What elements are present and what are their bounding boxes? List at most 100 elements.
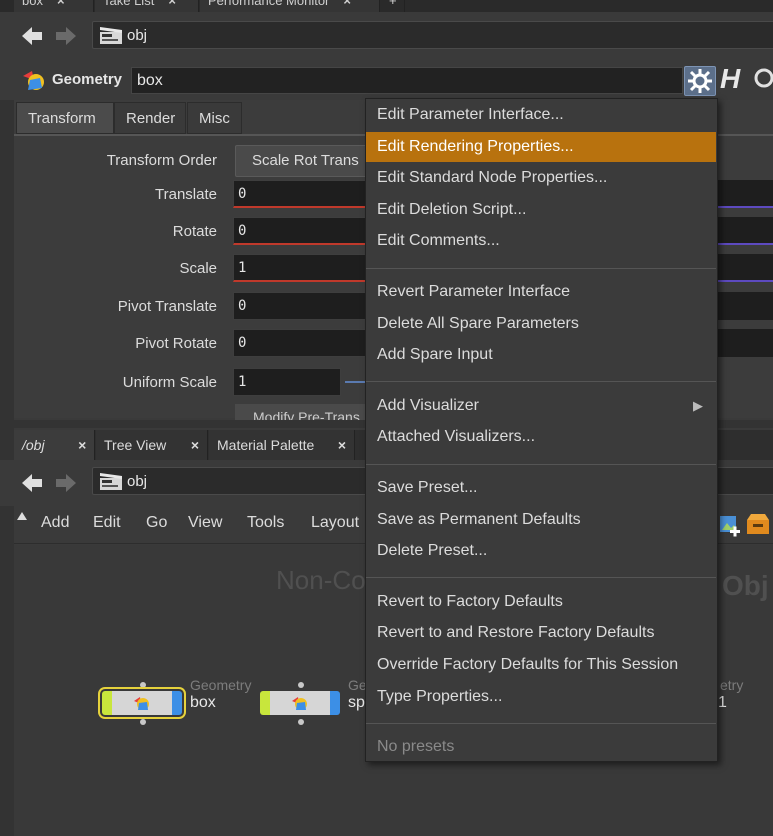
clapperboard-icon bbox=[100, 473, 122, 490]
geometry-node-icon bbox=[292, 697, 307, 710]
path-field[interactable]: obj bbox=[92, 21, 773, 49]
tab-misc[interactable]: Misc bbox=[187, 102, 242, 134]
node-name-field[interactable]: box bbox=[131, 67, 683, 94]
forward-arrow-icon[interactable] bbox=[54, 24, 78, 48]
node-sphere[interactable] bbox=[258, 689, 342, 717]
uniform-scale-field[interactable]: 1 bbox=[233, 368, 341, 396]
node-output-dot[interactable] bbox=[298, 719, 304, 725]
menu-item-attached-visualizers[interactable]: Attached Visualizers... bbox=[366, 422, 715, 452]
node-name-label: 1 bbox=[718, 694, 727, 711]
rotate-z-field[interactable] bbox=[717, 217, 773, 245]
rotate-value: 0 bbox=[238, 223, 247, 239]
menu-layout[interactable]: Layout bbox=[311, 514, 359, 532]
menu-item-edit-comments[interactable]: Edit Comments... bbox=[366, 226, 715, 256]
tab-label: /obj bbox=[22, 437, 45, 453]
geometry-node-icon bbox=[134, 697, 149, 710]
tab-tree-view[interactable]: Tree View × bbox=[96, 430, 208, 460]
close-icon[interactable]: × bbox=[168, 0, 176, 8]
tab-take-list[interactable]: Take List × bbox=[95, 0, 199, 12]
menu-item-revert-parameter-interface[interactable]: Revert Parameter Interface bbox=[366, 277, 715, 307]
tab-label: Take List bbox=[103, 0, 155, 8]
menu-tools[interactable]: Tools bbox=[247, 514, 284, 532]
menu-item-revert-to-and-restore-factory-defaults[interactable]: Revert to and Restore Factory Defaults bbox=[366, 618, 715, 648]
node-output-dot[interactable] bbox=[140, 719, 146, 725]
node-input-dot[interactable] bbox=[298, 682, 304, 688]
scale-field[interactable]: 1 bbox=[233, 254, 373, 282]
pivot-rotate-field[interactable]: 0 bbox=[233, 329, 373, 357]
node-display-flag[interactable] bbox=[330, 691, 340, 715]
network-watermark-right: Obj bbox=[722, 570, 769, 601]
top-tab-strip: box × Take List × Performance Monitor × + bbox=[0, 0, 773, 12]
transform-order-menu[interactable]: Scale Rot Trans bbox=[235, 145, 375, 177]
search-icon[interactable] bbox=[752, 67, 773, 91]
menu-separator bbox=[366, 722, 716, 724]
translate-field[interactable]: 0 bbox=[233, 180, 373, 208]
close-icon[interactable]: × bbox=[343, 0, 351, 8]
scale-z-field[interactable] bbox=[717, 254, 773, 282]
uniform-scale-label: Uniform Scale bbox=[122, 374, 217, 391]
node-name-text: box bbox=[137, 72, 163, 89]
tab-box[interactable]: box × bbox=[14, 0, 94, 12]
node-bypass-flag[interactable] bbox=[102, 691, 112, 715]
translate-z-field[interactable] bbox=[717, 180, 773, 208]
add-tab-button[interactable]: + bbox=[381, 0, 405, 12]
close-icon[interactable]: × bbox=[191, 430, 199, 460]
tab-material-palette[interactable]: Material Palette × bbox=[209, 430, 355, 460]
pivot-rotate-value: 0 bbox=[238, 335, 247, 351]
menu-item-save-preset[interactable]: Save Preset... bbox=[366, 473, 715, 503]
menu-view[interactable]: View bbox=[188, 514, 222, 532]
rotate-field[interactable]: 0 bbox=[233, 217, 373, 245]
node-display-flag[interactable] bbox=[172, 691, 182, 715]
menu-item-edit-standard-node-properties[interactable]: Edit Standard Node Properties... bbox=[366, 163, 715, 193]
forward-arrow-icon[interactable] bbox=[54, 471, 78, 495]
pivot-translate-z-field[interactable] bbox=[717, 292, 773, 320]
close-icon[interactable]: × bbox=[78, 430, 86, 460]
rotate-label: Rotate bbox=[172, 223, 217, 240]
context-label: Geometry bbox=[52, 71, 123, 88]
tab-transform[interactable]: Transform bbox=[16, 102, 114, 134]
node-box[interactable] bbox=[100, 689, 184, 717]
submenu-arrow-icon: ▶ bbox=[693, 397, 703, 413]
node-type-label: etry bbox=[720, 677, 744, 693]
node-input-dot[interactable] bbox=[140, 682, 146, 688]
image-add-icon[interactable] bbox=[718, 512, 740, 538]
menu-add[interactable]: Add bbox=[41, 514, 69, 532]
menu-item-add-spare-input[interactable]: Add Spare Input bbox=[366, 340, 715, 370]
tab-obj[interactable]: /obj × bbox=[14, 430, 95, 460]
translate-label: Translate bbox=[155, 186, 217, 203]
menu-item-edit-rendering-properties[interactable]: Edit Rendering Properties... bbox=[366, 131, 716, 162]
close-icon[interactable]: × bbox=[338, 430, 346, 460]
help-button[interactable]: H bbox=[720, 64, 746, 96]
top-navbar: obj bbox=[0, 14, 773, 58]
menu-item-revert-to-factory-defaults[interactable]: Revert to Factory Defaults bbox=[366, 587, 715, 617]
node-bypass-flag[interactable] bbox=[260, 691, 270, 715]
menu-item-edit-deletion-script[interactable]: Edit Deletion Script... bbox=[366, 195, 715, 225]
package-icon[interactable] bbox=[745, 512, 771, 536]
menu-item-delete-all-spare-parameters[interactable]: Delete All Spare Parameters bbox=[366, 309, 715, 339]
gear-icon bbox=[688, 69, 712, 93]
uniform-scale-slider[interactable] bbox=[345, 381, 365, 383]
tab-performance-monitor[interactable]: Performance Monitor × bbox=[200, 0, 380, 12]
network-watermark: Non-Co bbox=[276, 565, 366, 595]
geometry-icon bbox=[23, 71, 44, 90]
gear-button[interactable] bbox=[684, 66, 716, 96]
pivot-translate-label: Pivot Translate bbox=[117, 298, 217, 315]
menu-item-override-factory-defaults-for-this-session[interactable]: Override Factory Defaults for This Sessi… bbox=[366, 650, 715, 680]
tab-render[interactable]: Render bbox=[114, 102, 186, 134]
menu-go[interactable]: Go bbox=[146, 514, 167, 532]
menu-item-delete-preset[interactable]: Delete Preset... bbox=[366, 536, 715, 566]
menu-item-save-as-permanent-defaults[interactable]: Save as Permanent Defaults bbox=[366, 505, 715, 535]
menu-edit[interactable]: Edit bbox=[93, 514, 121, 532]
back-arrow-icon[interactable] bbox=[20, 24, 44, 48]
clapperboard-icon bbox=[100, 27, 122, 44]
menu-item-edit-parameter-interface[interactable]: Edit Parameter Interface... bbox=[366, 100, 715, 130]
close-icon[interactable]: × bbox=[57, 0, 65, 8]
menu-item-add-visualizer[interactable]: Add Visualizer bbox=[366, 391, 715, 421]
pivot-translate-field[interactable]: 0 bbox=[233, 292, 373, 320]
collapse-up-icon[interactable] bbox=[16, 510, 28, 522]
modify-pre-transform-button[interactable]: Modify Pre-Trans bbox=[235, 404, 375, 420]
back-arrow-icon[interactable] bbox=[20, 471, 44, 495]
pivot-rotate-z-field[interactable] bbox=[717, 329, 773, 357]
tab-label: box bbox=[22, 0, 43, 8]
menu-item-type-properties[interactable]: Type Properties... bbox=[366, 682, 715, 712]
